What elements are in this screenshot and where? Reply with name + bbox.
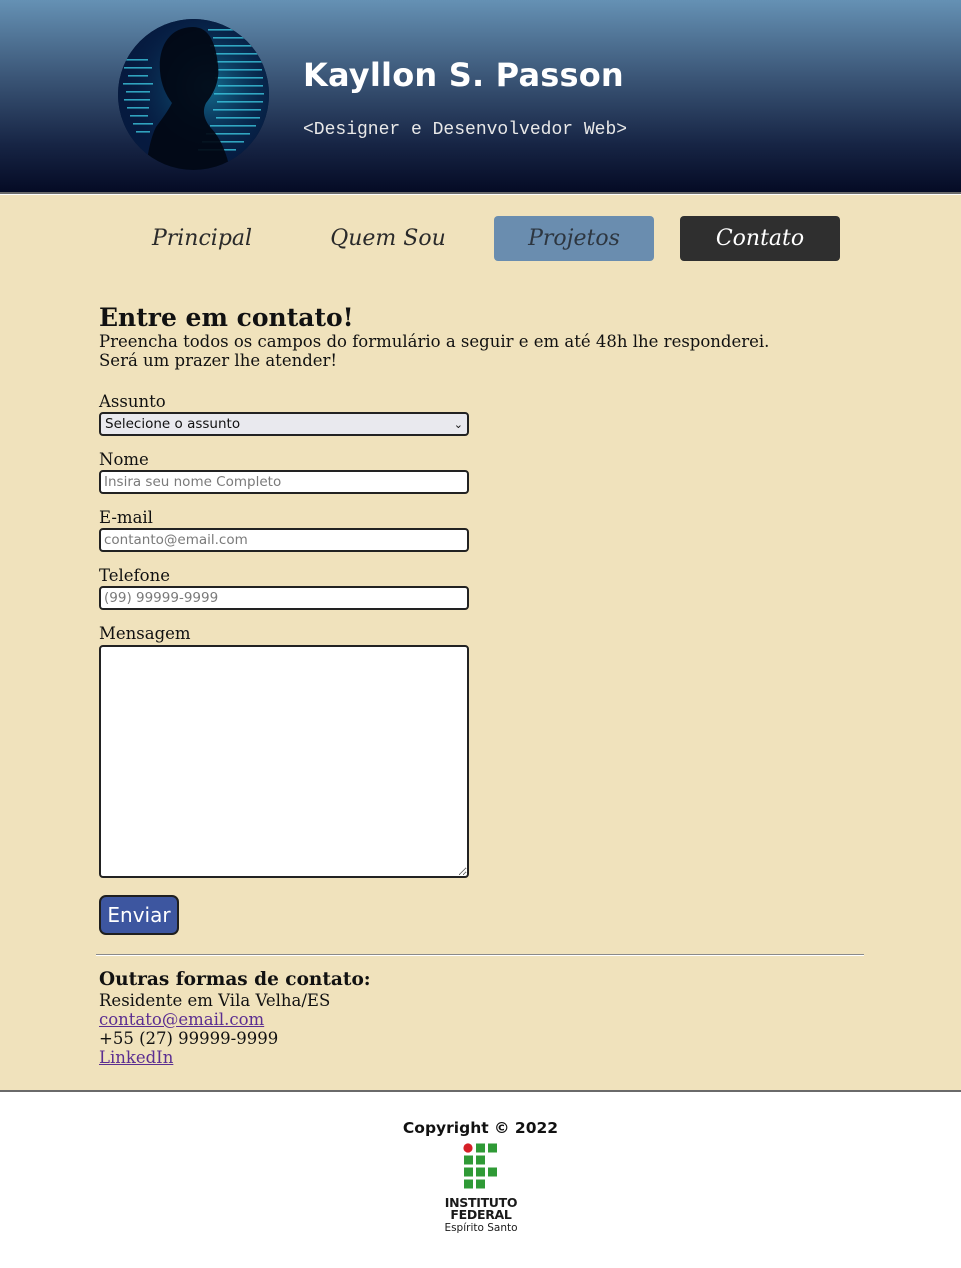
nav-item-principal[interactable]: Principal xyxy=(122,216,282,261)
email-link-row: contato@email.com xyxy=(99,1010,264,1029)
page-title: Entre em contato! xyxy=(99,303,354,332)
send-button[interactable]: Enviar xyxy=(99,895,179,935)
contact-description: Preencha todos os campos do formulário a… xyxy=(99,332,799,370)
phone-field[interactable] xyxy=(99,586,469,610)
email-link[interactable]: contato@email.com xyxy=(99,1010,264,1029)
subject-label: Assunto xyxy=(99,392,166,411)
linkedin-link[interactable]: LinkedIn xyxy=(99,1048,173,1067)
site-title: Kayllon S. Passon xyxy=(303,56,624,94)
site-footer: Copyright © 2022 INSTITUTO FEDERAL Espír… xyxy=(0,1090,961,1268)
nav-item-quem-sou[interactable]: Quem Sou xyxy=(308,216,468,261)
linkedin-link-row: LinkedIn xyxy=(99,1048,173,1067)
site-header: Kayllon S. Passon <Designer e Desenvolve… xyxy=(0,0,961,194)
chevron-down-icon: ⌄ xyxy=(453,417,463,431)
avatar xyxy=(118,19,269,170)
message-label: Mensagem xyxy=(99,624,191,643)
phone-label: Telefone xyxy=(99,566,170,585)
email-label: E-mail xyxy=(99,508,153,527)
name-field[interactable] xyxy=(99,470,469,494)
subject-selected-value: Selecione o assunto xyxy=(105,416,241,432)
if-grid-icon xyxy=(463,1143,497,1189)
message-textarea[interactable] xyxy=(99,645,469,878)
instituto-federal-logo: INSTITUTO FEDERAL Espírito Santo xyxy=(436,1143,526,1238)
code-portrait-icon xyxy=(118,19,269,170)
location-text: Residente em Vila Velha/ES xyxy=(99,991,331,1010)
nav-item-projetos[interactable]: Projetos xyxy=(494,216,654,261)
main-content: Principal Quem Sou Projetos Contato Entr… xyxy=(0,195,961,1090)
section-divider xyxy=(96,954,864,956)
other-contacts-title: Outras formas de contato: xyxy=(99,969,371,990)
description-line: Preencha todos os campos do formulário a… xyxy=(99,332,770,351)
copyright-text: Copyright © 2022 xyxy=(402,1119,559,1137)
nav-item-contato[interactable]: Contato xyxy=(680,216,840,261)
logo-text-line2: FEDERAL xyxy=(450,1207,512,1222)
name-label: Nome xyxy=(99,450,149,469)
phone-text: +55 (27) 99999-9999 xyxy=(99,1029,279,1048)
logo-text-line3: Espírito Santo xyxy=(444,1222,518,1234)
email-field[interactable] xyxy=(99,528,469,552)
description-line: Será um prazer lhe atender! xyxy=(99,351,338,370)
subject-select[interactable]: Selecione o assunto ⌄ xyxy=(99,412,469,436)
site-subtitle: <Designer e Desenvolvedor Web> xyxy=(303,120,628,140)
